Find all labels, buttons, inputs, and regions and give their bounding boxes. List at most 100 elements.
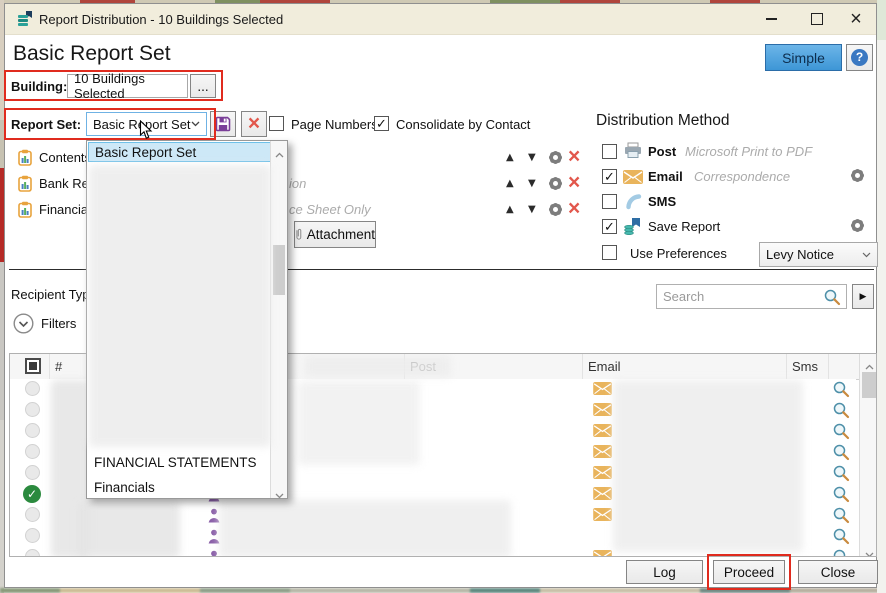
titlebar: Report Distribution - 10 Buildings Selec… <box>5 4 876 35</box>
use-preferences-label: Use Preferences <box>630 246 727 261</box>
help-icon: ? <box>851 49 868 66</box>
report-distribution-dialog: Report Distribution - 10 Buildings Selec… <box>4 3 878 590</box>
attachment-button[interactable]: Attachment <box>294 221 376 248</box>
report-item-note: ion <box>289 176 307 191</box>
move-down-icon[interactable]: ▼ <box>528 204 536 215</box>
close-button[interactable]: Close <box>798 560 878 584</box>
sms-label: SMS <box>648 194 677 209</box>
search-icon <box>823 288 841 311</box>
report-item-settings-gear-icon[interactable] <box>547 201 563 217</box>
row-preview-magnifier-icon[interactable] <box>832 548 850 556</box>
preference-select[interactable]: Levy Notice <box>759 242 878 267</box>
report-item-remove-icon[interactable]: × <box>568 146 580 167</box>
row-radio[interactable] <box>25 465 40 480</box>
delete-x-icon: × <box>247 112 261 135</box>
paperclip-icon <box>296 228 302 240</box>
save-report-label: Save Report <box>648 219 721 234</box>
email-checkbox[interactable]: ✓ <box>602 169 617 184</box>
filters-label[interactable]: Filters <box>41 316 76 331</box>
column-header-email[interactable]: Email <box>588 359 621 374</box>
row-radio[interactable] <box>25 507 40 522</box>
log-button[interactable]: Log <box>626 560 703 584</box>
printer-icon <box>624 142 642 164</box>
row-email-icon <box>593 550 612 556</box>
row-selected-check-icon[interactable]: ✓ <box>23 485 41 503</box>
move-down-icon[interactable]: ▼ <box>528 152 536 163</box>
simple-button[interactable]: Simple <box>765 44 842 71</box>
recipient-type-label: Recipient Typ <box>11 287 90 302</box>
scrollbar-thumb[interactable] <box>862 372 876 398</box>
post-note: Microsoft Print to PDF <box>685 144 813 159</box>
page-numbers-label: Page Numbers <box>291 117 378 132</box>
row-radio[interactable] <box>25 444 40 459</box>
row-radio[interactable] <box>25 423 40 438</box>
move-down-icon[interactable]: ▼ <box>528 178 536 189</box>
window-title: Report Distribution - 10 Buildings Selec… <box>39 12 284 27</box>
search-input[interactable] <box>656 284 847 309</box>
consolidate-checkbox[interactable]: ✓ <box>374 116 389 131</box>
delete-report-set-button[interactable]: × <box>241 111 267 137</box>
scroll-down-icon[interactable] <box>860 545 876 556</box>
report-set-combobox[interactable]: Basic Report Set <box>86 112 207 136</box>
scroll-down-icon[interactable] <box>271 486 287 504</box>
attachment-label: Attachment <box>306 227 375 242</box>
blurred-details-block <box>219 500 511 556</box>
blurred-dropdown-items <box>89 165 271 447</box>
post-checkbox[interactable] <box>602 144 617 159</box>
row-email-icon <box>593 466 612 484</box>
email-label: Email <box>648 169 683 184</box>
move-up-icon[interactable]: ▲ <box>506 152 514 163</box>
row-radio[interactable] <box>25 528 40 543</box>
move-up-icon[interactable]: ▲ <box>506 204 514 215</box>
dropdown-item-financial-statements[interactable]: FINANCIAL STATEMENTS <box>88 453 271 473</box>
row-email-icon <box>593 382 612 400</box>
table-vertical-scrollbar[interactable] <box>859 354 876 556</box>
select-all-indeterminate-mark <box>29 362 37 370</box>
save-report-set-button[interactable] <box>210 111 236 137</box>
report-item-remove-icon[interactable]: × <box>568 198 580 219</box>
report-set-value: Basic Report Set <box>93 116 191 132</box>
column-header-number[interactable]: # <box>55 359 62 374</box>
page-numbers-checkbox[interactable] <box>269 116 284 131</box>
select-all-checkbox[interactable] <box>25 358 41 374</box>
expand-search-button[interactable]: ▶ <box>852 284 874 309</box>
save-report-settings-gear-icon[interactable] <box>849 217 865 233</box>
report-item-remove-icon[interactable]: × <box>568 172 580 193</box>
building-label: Building: <box>11 79 68 94</box>
filters-expand-icon[interactable] <box>13 313 34 339</box>
report-chart-icon <box>17 149 33 171</box>
proceed-button[interactable]: Proceed <box>713 560 785 584</box>
row-radio[interactable] <box>25 381 40 396</box>
dropdown-item-financials[interactable]: Financials <box>88 478 271 498</box>
column-header-sms[interactable]: Sms <box>792 359 818 374</box>
report-item-settings-gear-icon[interactable] <box>547 175 563 191</box>
blurred-details-upper <box>298 381 420 465</box>
row-email-icon <box>593 487 612 505</box>
help-button[interactable]: ? <box>846 44 873 71</box>
email-settings-gear-icon[interactable] <box>849 167 865 183</box>
sms-checkbox[interactable] <box>602 194 617 209</box>
dropdown-scrollbar[interactable] <box>270 141 287 499</box>
blurred-name-column <box>78 502 180 556</box>
post-label: Post <box>648 144 677 159</box>
minimize-button[interactable] <box>749 4 793 34</box>
floppy-save-icon <box>215 116 231 132</box>
move-up-icon[interactable]: ▲ <box>506 178 514 189</box>
scrollbar-thumb[interactable] <box>273 245 285 295</box>
use-preferences-checkbox[interactable] <box>602 245 617 260</box>
report-chart-icon <box>17 175 33 197</box>
dropdown-item-basic-report-set[interactable]: Basic Report Set <box>88 142 271 162</box>
email-envelope-icon <box>623 170 643 189</box>
report-item-settings-gear-icon[interactable] <box>547 149 563 165</box>
scroll-up-icon[interactable] <box>271 145 287 163</box>
building-browse-button[interactable]: ... <box>190 74 216 98</box>
row-radio[interactable] <box>25 549 40 556</box>
row-radio[interactable] <box>25 402 40 417</box>
close-window-button[interactable]: × <box>834 4 878 34</box>
save-report-checkbox[interactable]: ✓ <box>602 219 617 234</box>
building-field[interactable]: 10 Buildings Selected <box>67 71 188 101</box>
row-email-icon <box>593 403 612 421</box>
blurred-email-column <box>613 380 803 552</box>
save-report-icon <box>624 217 641 240</box>
maximize-button[interactable] <box>795 4 839 34</box>
